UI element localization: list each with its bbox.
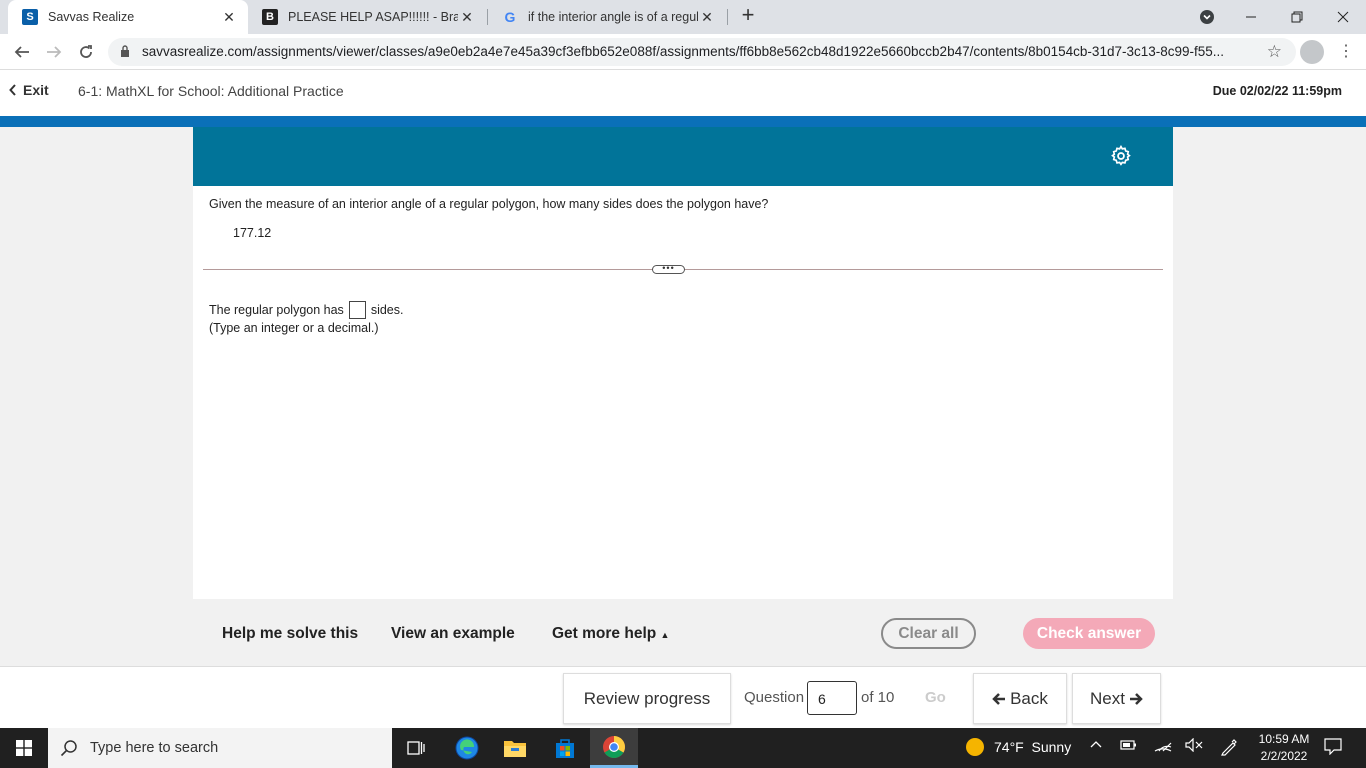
wifi-icon[interactable] (1154, 738, 1172, 755)
tab-search-icon[interactable] (1184, 0, 1230, 34)
file-explorer-icon[interactable] (503, 736, 527, 760)
task-view-icon[interactable] (404, 736, 428, 760)
tab-title: Savvas Realize (48, 10, 135, 24)
review-progress-button[interactable]: Review progress (563, 673, 731, 724)
chevron-left-icon (9, 84, 16, 96)
exit-button[interactable]: Exit (9, 82, 49, 98)
system-clock[interactable]: 10:59 AM 2/2/2022 (1250, 731, 1318, 765)
url-text: savvasrealize.com/assignments/viewer/cla… (142, 44, 1225, 59)
arrow-left-icon (992, 692, 1006, 705)
answer-hint: (Type an integer or a decimal.) (209, 321, 379, 335)
help-me-solve-button[interactable]: Help me solve this (222, 625, 358, 643)
next-label: Next (1090, 688, 1125, 708)
back-label: Back (1010, 688, 1048, 708)
question-panel-header (193, 127, 1173, 186)
assignment-title: 6-1: MathXL for School: Additional Pract… (78, 83, 344, 99)
notifications-icon[interactable] (1324, 737, 1342, 758)
answer-prefix: The regular polygon has (209, 303, 344, 317)
next-button[interactable]: Next (1072, 673, 1161, 724)
windows-start-button[interactable] (0, 728, 48, 768)
clear-all-button[interactable]: Clear all (881, 618, 976, 649)
close-tab-icon[interactable]: ✕ (698, 9, 716, 26)
browser-tabstrip: S Savvas Realize ✕ B PLEASE HELP ASAP!!!… (0, 0, 1366, 34)
answer-input[interactable] (348, 301, 366, 319)
caret-up-icon: ▲ (660, 630, 670, 640)
close-tab-icon[interactable]: ✕ (220, 9, 238, 26)
url-field[interactable]: savvasrealize.com/assignments/viewer/cla… (108, 38, 1296, 66)
profile-avatar[interactable] (1300, 40, 1324, 64)
edge-browser-icon[interactable] (455, 736, 479, 760)
address-bar: savvasrealize.com/assignments/viewer/cla… (0, 34, 1366, 70)
question-total: of 10 (861, 689, 895, 706)
browser-menu-icon[interactable]: ⋮ (1336, 40, 1356, 64)
go-button[interactable]: Go (925, 689, 946, 706)
tab-title: if the interior angle is of a regula (528, 10, 698, 24)
new-tab-button[interactable]: + (737, 4, 759, 27)
close-window-button[interactable] (1320, 0, 1366, 34)
chrome-taskbar-button[interactable] (590, 728, 638, 768)
tab-brainly[interactable]: B PLEASE HELP ASAP!!!!!! - Brainly.c ✕ (248, 0, 486, 34)
expand-handle-button[interactable]: ••• (652, 264, 685, 274)
windows-taskbar: Type here to search 74°F Sunny 10:59 AM … (0, 728, 1366, 768)
pen-icon[interactable] (1220, 738, 1238, 759)
back-button[interactable]: Back (973, 673, 1067, 724)
check-answer-button[interactable]: Check answer (1023, 618, 1155, 649)
answer-suffix: sides. (370, 303, 404, 317)
tab-savvas-realize[interactable]: S Savvas Realize ✕ (8, 0, 248, 34)
back-arrow-icon[interactable] (10, 40, 34, 64)
close-tab-icon[interactable]: ✕ (458, 9, 476, 26)
given-angle-value: 177.12 (233, 226, 272, 240)
get-more-help-button[interactable]: Get more help ▲ (552, 625, 669, 643)
tab-separator (727, 9, 728, 25)
accent-strip (0, 116, 1366, 127)
restore-button[interactable] (1274, 0, 1320, 34)
exit-label: Exit (23, 82, 49, 98)
settings-gear-icon[interactable] (1110, 145, 1132, 167)
question-prompt: Given the measure of an interior angle o… (209, 197, 769, 211)
forward-arrow-icon[interactable] (42, 40, 66, 64)
search-placeholder: Type here to search (90, 740, 219, 756)
weather-widget[interactable]: 74°F Sunny (966, 738, 1071, 756)
lock-icon[interactable] (120, 45, 130, 57)
sun-icon (966, 738, 984, 756)
show-hidden-icons-chevron-icon[interactable] (1090, 738, 1102, 754)
minimize-button[interactable] (1228, 0, 1274, 34)
taskbar-search-box[interactable]: Type here to search (48, 728, 392, 768)
view-example-button[interactable]: View an example (391, 625, 515, 643)
microsoft-store-icon[interactable] (553, 736, 577, 760)
savvas-favicon-icon: S (22, 9, 38, 25)
weather-text: 74°F Sunny (994, 739, 1072, 755)
arrow-right-icon (1129, 692, 1143, 705)
answer-line: The regular polygon has sides. (209, 301, 403, 319)
tab-google-search[interactable]: G if the interior angle is of a regula ✕ (488, 0, 726, 34)
google-favicon-icon: G (504, 9, 516, 25)
tab-title: PLEASE HELP ASAP!!!!!! - Brainly.c (288, 10, 458, 24)
chrome-icon (603, 736, 625, 758)
clock-date: 2/2/2022 (1260, 749, 1308, 763)
brainly-favicon-icon: B (262, 9, 278, 25)
battery-icon[interactable] (1120, 738, 1138, 754)
question-number-input[interactable]: 6 (807, 681, 857, 715)
get-more-help-label: Get more help (552, 625, 657, 642)
question-panel: Given the measure of an interior angle o… (193, 127, 1173, 599)
clock-time: 10:59 AM (1258, 732, 1310, 746)
due-date: Due 02/02/22 11:59pm (1212, 84, 1342, 98)
app-header: Exit 6-1: MathXL for School: Additional … (0, 70, 1366, 116)
help-bar: Help me solve this View an example Get m… (193, 599, 1173, 666)
question-navigation-bar: Review progress Question 6 of 10 Go Back… (0, 666, 1366, 728)
volume-muted-icon[interactable] (1185, 737, 1203, 755)
reload-icon[interactable] (74, 40, 98, 64)
bookmark-star-icon[interactable]: ☆ (1267, 42, 1282, 62)
question-label: Question (744, 689, 805, 706)
search-icon (60, 740, 77, 757)
windows-logo-icon (16, 740, 32, 756)
